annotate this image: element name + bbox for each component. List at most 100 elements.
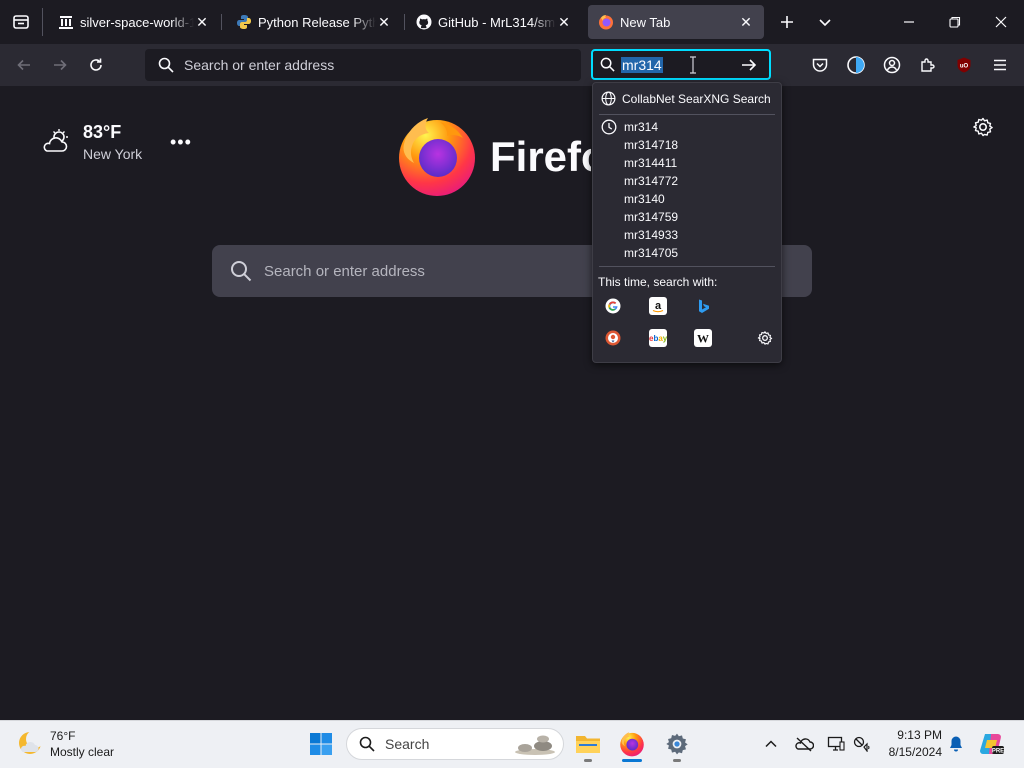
arrow-left-icon [17, 59, 30, 71]
copilot-button[interactable]: PRE [976, 728, 1008, 760]
clock-time[interactable]: 9:13 PM [880, 728, 942, 742]
close-tab-icon[interactable]: ✕ [376, 14, 392, 31]
account-icon [883, 56, 901, 74]
extensions-button[interactable] [913, 50, 943, 80]
notifications-button[interactable] [944, 728, 968, 760]
extension-button[interactable] [841, 50, 871, 80]
firefox-view-icon [13, 15, 29, 29]
reload-button[interactable] [81, 50, 111, 80]
gear-icon [757, 331, 773, 345]
close-window-button[interactable] [978, 0, 1024, 44]
gear-icon[interactable] [972, 116, 994, 138]
search-engine-header[interactable]: CollabNet SearXNG Search [593, 83, 783, 114]
wikipedia-search-button[interactable]: W [694, 329, 712, 347]
windows-logo-icon [310, 733, 332, 755]
weather-context-menu-button[interactable]: ••• [170, 132, 191, 152]
taskbar-search-placeholder: Search [385, 736, 430, 752]
pocket-icon [812, 58, 828, 72]
history-suggestion[interactable]: mr3140 [624, 190, 665, 208]
search-icon [158, 57, 174, 73]
search-bar[interactable]: mr314 [591, 49, 771, 80]
folder-icon [576, 736, 600, 753]
amazon-search-button[interactable]: a [649, 297, 667, 315]
file-explorer-button[interactable] [572, 728, 604, 760]
go-arrow-icon[interactable] [741, 57, 757, 73]
chevron-down-icon [819, 19, 831, 27]
svg-text:W: W [697, 332, 709, 346]
history-clock-icon [601, 119, 617, 135]
copilot-icon: PRE [980, 734, 1004, 755]
list-all-tabs-button[interactable] [802, 0, 848, 44]
taskbar-search-box[interactable]: Search [346, 728, 564, 760]
tab-python-release[interactable]: Python Release Python 3 ✕ [226, 5, 402, 39]
search-icon [359, 736, 375, 752]
close-icon [995, 16, 1007, 28]
divider [599, 266, 775, 267]
network-volume-button[interactable] [848, 728, 876, 760]
history-suggestion[interactable]: mr314718 [624, 136, 678, 154]
moon-weather-icon[interactable] [16, 729, 44, 757]
display-button[interactable] [822, 728, 850, 760]
account-button[interactable] [877, 50, 907, 80]
taskbar-weather-temperature: 76°F [50, 729, 76, 743]
app-menu-button[interactable] [985, 50, 1015, 80]
history-suggestion[interactable]: mr314411 [624, 154, 677, 172]
close-tab-icon[interactable]: ✕ [738, 14, 754, 31]
history-suggestion[interactable]: mr314933 [624, 226, 678, 244]
history-suggestion[interactable]: mr314772 [624, 172, 678, 190]
history-suggestion[interactable]: mr314759 [624, 208, 678, 226]
svg-text:uO: uO [960, 64, 969, 70]
firefox-view-button[interactable] [0, 0, 42, 44]
content-search-placeholder: Search or enter address [264, 262, 425, 280]
search-suggestions-popup: CollabNet SearXNG Search mr314 mr314718 … [592, 82, 782, 363]
search-bar-input[interactable]: mr314 [621, 56, 663, 73]
hamburger-menu-icon [994, 59, 1006, 71]
ebay-search-button[interactable]: ebay [649, 329, 667, 347]
ublock-origin-icon: uO [957, 57, 971, 73]
github-icon [416, 14, 432, 30]
search-settings-button[interactable] [756, 329, 774, 347]
history-suggestion[interactable]: mr314 [624, 118, 658, 136]
amazon-icon: a [652, 300, 664, 313]
clock-date[interactable]: 8/15/2024 [880, 745, 942, 759]
search-engine-name: CollabNet SearXNG Search [622, 91, 771, 106]
python-icon [237, 15, 251, 29]
tab-silver-space-world[interactable]: silver-space-world-1992 ✕ [48, 5, 220, 39]
tab-github[interactable]: GitHub - MrL314/smkn ✕ [406, 5, 582, 39]
search-highlight-stones-icon [515, 735, 555, 755]
tab-separator [221, 14, 222, 30]
minimize-button[interactable] [886, 0, 932, 44]
close-tab-icon[interactable]: ✕ [194, 14, 210, 31]
ebay-icon: ebay [649, 334, 667, 343]
circle-extension-icon [847, 56, 865, 74]
divider [42, 8, 43, 36]
svg-text:PRE: PRE [992, 749, 1004, 755]
pocket-button[interactable] [805, 50, 835, 80]
arrow-right-icon [54, 59, 67, 71]
bing-search-button[interactable] [694, 297, 712, 315]
url-bar[interactable]: Search or enter address [145, 49, 581, 81]
weather-temperature: 83°F [83, 122, 122, 142]
duckduckgo-search-button[interactable] [604, 329, 622, 347]
forward-button[interactable] [45, 50, 75, 80]
show-hidden-icons-button[interactable] [757, 728, 785, 760]
tab-title: Python Release Python 3 [258, 14, 376, 30]
google-search-button[interactable] [604, 297, 622, 315]
firefox-icon [620, 732, 644, 757]
firefox-taskbar-button[interactable] [616, 728, 648, 760]
start-button[interactable] [305, 728, 337, 760]
ublock-button[interactable]: uO [949, 50, 979, 80]
history-suggestion[interactable]: mr314705 [624, 244, 678, 262]
settings-taskbar-button[interactable] [661, 728, 693, 760]
tab-new-tab[interactable]: New Tab ✕ [588, 5, 764, 39]
firefox-wordmark: Firefox [490, 133, 591, 180]
library-icon [59, 16, 73, 29]
firefox-logo-icon [399, 118, 475, 196]
active-app-indicator [622, 759, 642, 762]
close-tab-icon[interactable]: ✕ [556, 14, 572, 31]
tab-title: GitHub - MrL314/smkn [438, 14, 556, 30]
back-button[interactable] [9, 50, 39, 80]
restore-button[interactable] [932, 0, 978, 44]
onedrive-button[interactable] [790, 728, 818, 760]
taskbar-weather-condition: Mostly clear [50, 745, 115, 759]
